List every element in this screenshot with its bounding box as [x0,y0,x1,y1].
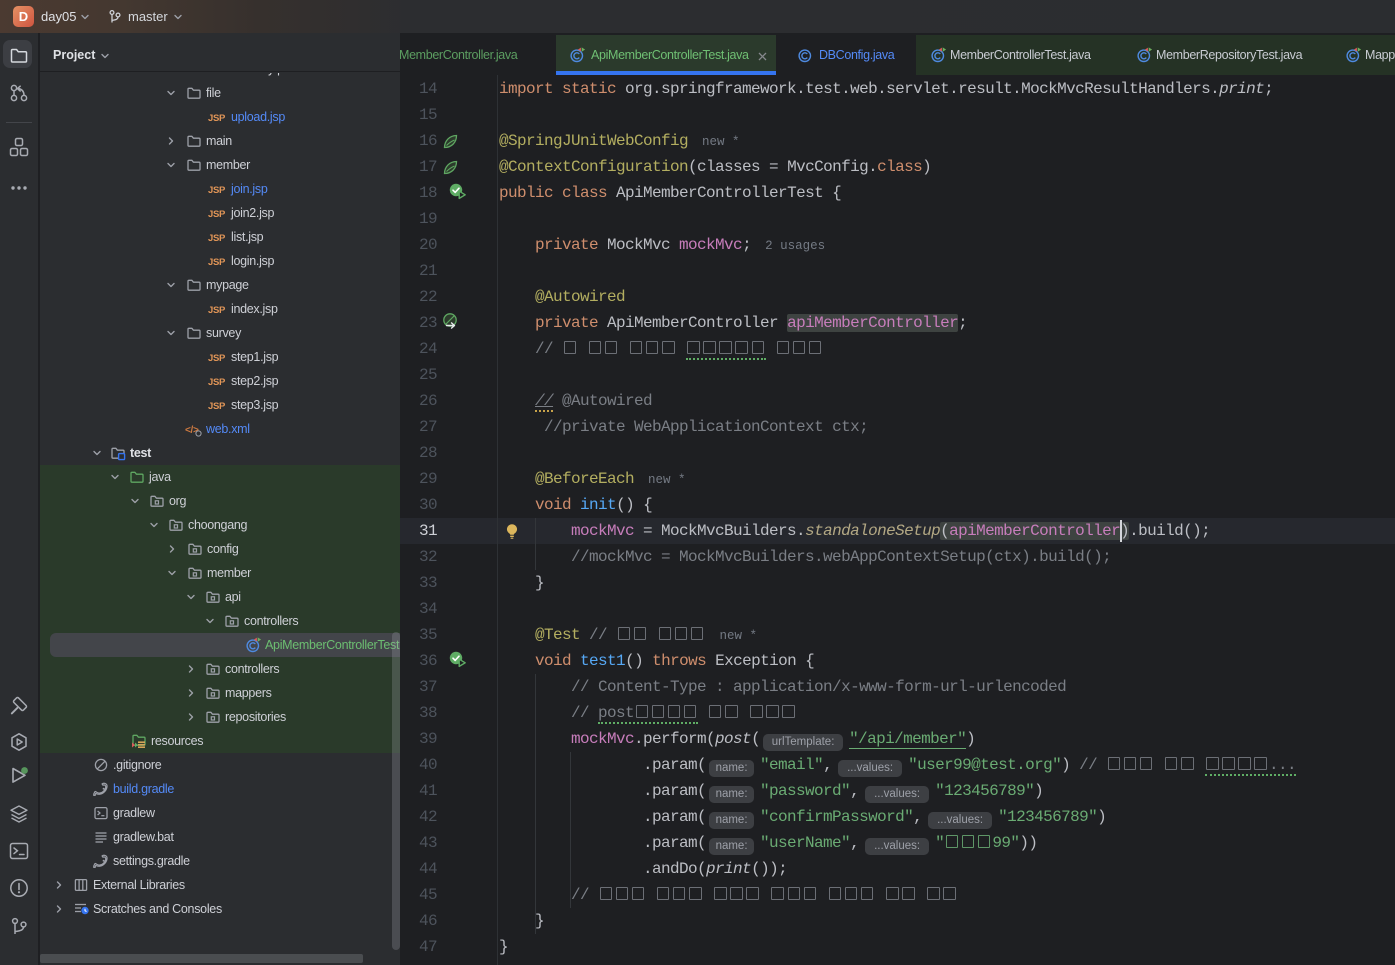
svg-text:JSP: JSP [208,233,226,244]
svg-text:JSP: JSP [208,209,226,220]
svg-text:JSP: JSP [208,113,226,124]
svg-text:JSP: JSP [208,377,226,388]
svg-text:JSP: JSP [208,185,226,196]
svg-text:JSP: JSP [208,257,226,268]
svg-text:JSP: JSP [208,305,226,316]
svg-text:JSP: JSP [208,401,226,412]
svg-text:JSP: JSP [208,353,226,364]
